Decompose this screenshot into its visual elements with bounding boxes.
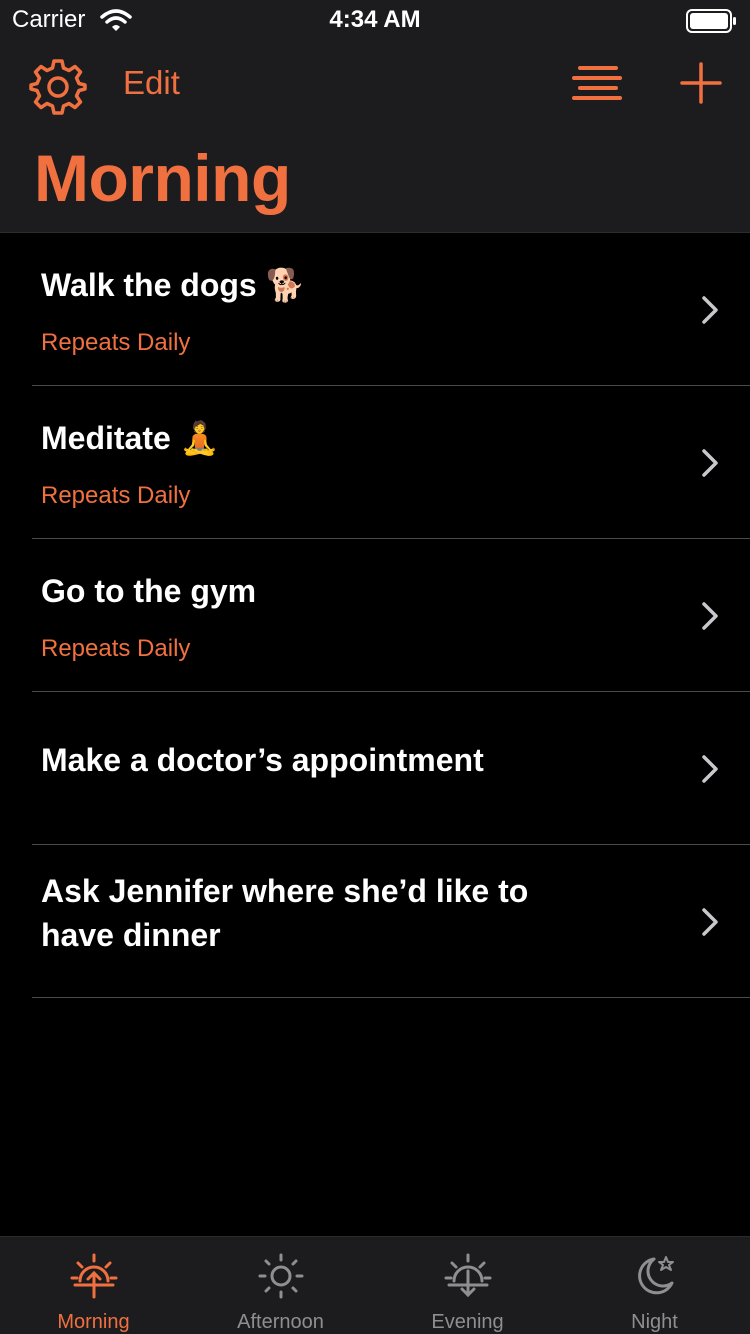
- page-title: Morning: [34, 141, 291, 215]
- tab-afternoon[interactable]: Afternoon: [187, 1237, 374, 1334]
- tab-label: Night: [631, 1311, 678, 1333]
- list-item[interactable]: Make a doctor’s appointment: [32, 692, 750, 845]
- edit-button[interactable]: Edit: [123, 64, 180, 102]
- status-bar: Carrier 4:34 AM: [0, 0, 750, 40]
- navigation-header: Edit Morning: [0, 40, 750, 233]
- tab-label: Evening: [431, 1311, 504, 1333]
- item-repeat-label: Repeats Daily: [41, 482, 191, 509]
- tab-morning[interactable]: Morning: [0, 1237, 187, 1334]
- item-title: Ask Jennifer where she’d like to have di…: [41, 873, 529, 953]
- item-repeat-label: Repeats Daily: [41, 635, 191, 662]
- chevron-right-icon: [702, 602, 718, 630]
- battery-icon: [686, 9, 736, 33]
- reorder-list-icon[interactable]: [570, 60, 626, 110]
- item-title: Walk the dogs 🐕: [41, 267, 306, 303]
- tab-label: Morning: [57, 1311, 130, 1333]
- tab-label: Afternoon: [237, 1311, 324, 1333]
- sun-icon: [258, 1253, 303, 1299]
- item-title: Meditate 🧘: [41, 420, 220, 456]
- sunset-icon: [444, 1253, 491, 1298]
- chevron-right-icon: [702, 296, 718, 324]
- tab-bar: Morning Afternoon Evening Night: [0, 1236, 750, 1334]
- tab-night[interactable]: Night: [561, 1237, 748, 1334]
- item-repeat-label: Repeats Daily: [41, 329, 191, 356]
- list-item[interactable]: Walk the dogs 🐕 Repeats Daily: [32, 233, 750, 386]
- list-item[interactable]: Go to the gym Repeats Daily: [32, 539, 750, 692]
- list-item[interactable]: Meditate 🧘 Repeats Daily: [32, 386, 750, 539]
- chevron-right-icon: [702, 755, 718, 783]
- sunrise-icon: [70, 1253, 117, 1299]
- item-title: Make a doctor’s appointment: [41, 742, 484, 778]
- moon-star-icon: [637, 1256, 674, 1295]
- chevron-right-icon: [702, 908, 718, 936]
- settings-gear-icon[interactable]: [28, 56, 88, 116]
- list-item[interactable]: Ask Jennifer where she’d like to have di…: [32, 845, 750, 998]
- add-icon[interactable]: [678, 60, 724, 106]
- routine-list: Walk the dogs 🐕 Repeats Daily Meditate 🧘…: [0, 233, 750, 998]
- chevron-right-icon: [702, 449, 718, 477]
- item-title: Go to the gym: [41, 573, 257, 609]
- tab-evening[interactable]: Evening: [374, 1237, 561, 1334]
- clock: 4:34 AM: [329, 6, 421, 33]
